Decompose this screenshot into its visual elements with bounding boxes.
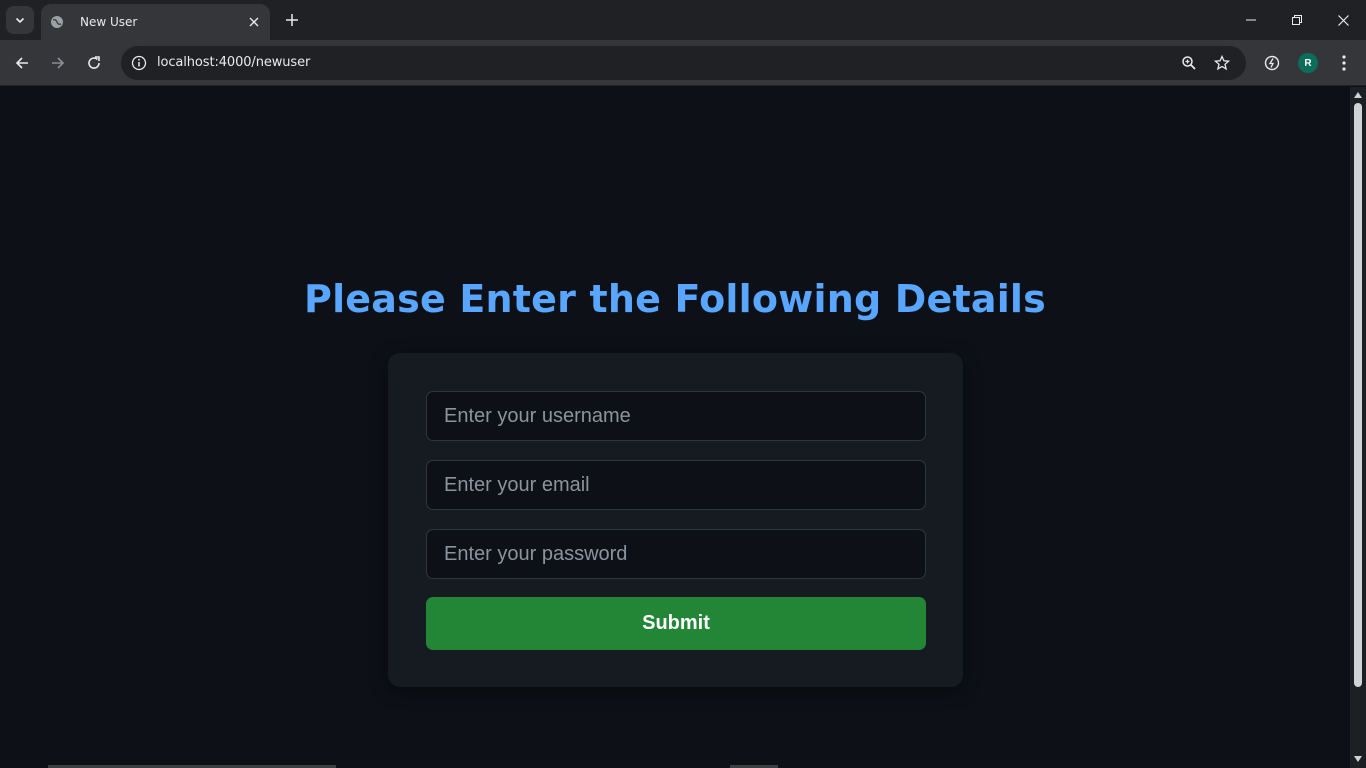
page-viewport: Please Enter the Following Details Submi… (0, 87, 1350, 768)
page-scrollbar[interactable] (1350, 87, 1366, 768)
globe-icon (49, 14, 65, 30)
back-button[interactable] (8, 49, 36, 77)
forward-button[interactable] (44, 49, 72, 77)
chevron-down-icon (15, 17, 25, 24)
browser-tab[interactable]: New User (41, 4, 270, 40)
address-bar[interactable]: localhost:4000/newuser (121, 46, 1246, 80)
profile-avatar[interactable]: R (1298, 53, 1318, 73)
scroll-down-icon[interactable] (1354, 755, 1362, 763)
tab-close-icon[interactable] (245, 13, 263, 31)
plus-icon (286, 14, 298, 26)
url-text: localhost:4000/newuser (157, 55, 311, 70)
performance-icon (1264, 55, 1280, 71)
reload-icon (88, 56, 100, 69)
arrow-right-icon (52, 57, 65, 69)
username-input[interactable] (426, 391, 926, 441)
tab-search-button[interactable] (6, 6, 34, 34)
close-window-button[interactable] (1320, 0, 1366, 40)
browser-titlebar: New User (0, 0, 1366, 40)
password-input[interactable] (426, 529, 926, 579)
bookmark-star-icon[interactable] (1210, 51, 1234, 75)
tab-title: New User (80, 15, 138, 29)
minimize-button[interactable] (1228, 0, 1274, 40)
extension-button[interactable] (1258, 49, 1286, 77)
scrollbar-thumb[interactable] (1354, 103, 1362, 687)
browser-toolbar: localhost:4000/newuser R (0, 40, 1366, 86)
page-title: Please Enter the Following Details (304, 277, 1046, 321)
zoom-icon[interactable] (1177, 51, 1201, 75)
new-tab-button[interactable] (280, 8, 304, 32)
browser-menu-button[interactable] (1330, 49, 1358, 77)
reload-button[interactable] (80, 49, 108, 77)
scroll-up-icon[interactable] (1354, 91, 1362, 99)
submit-button[interactable]: Submit (426, 597, 926, 650)
restore-icon (1292, 15, 1302, 25)
site-info-icon[interactable] (129, 53, 149, 73)
arrow-left-icon (15, 57, 28, 69)
close-icon (1337, 14, 1349, 26)
email-input[interactable] (426, 460, 926, 510)
minimize-icon (1246, 19, 1256, 21)
new-user-form: Submit (388, 353, 963, 687)
restore-button[interactable] (1274, 0, 1320, 40)
more-vert-icon (1342, 55, 1346, 71)
